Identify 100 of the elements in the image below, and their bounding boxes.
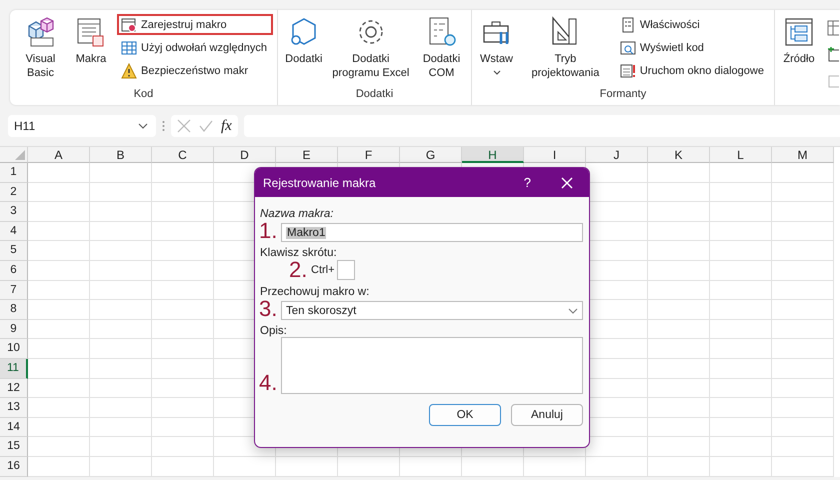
store-location-dropdown[interactable]: Ten skoroszyt: [281, 301, 583, 320]
grid-cell[interactable]: [152, 163, 214, 183]
grid-cell[interactable]: [28, 418, 90, 438]
column-header[interactable]: I: [524, 147, 586, 163]
grid-cell[interactable]: [152, 202, 214, 222]
grid-cell[interactable]: [90, 358, 152, 379]
select-all-corner[interactable]: [0, 147, 28, 163]
column-header[interactable]: D: [214, 147, 276, 163]
grid-cell[interactable]: [710, 358, 772, 379]
grid-cell[interactable]: [90, 202, 152, 222]
grid-cell[interactable]: [524, 456, 586, 476]
grid-cell[interactable]: [648, 456, 710, 476]
grid-cell[interactable]: [400, 456, 462, 476]
grid-cell[interactable]: [710, 320, 772, 340]
column-header[interactable]: H: [462, 147, 524, 163]
grid-cell[interactable]: [152, 437, 214, 457]
grid-cell[interactable]: [648, 260, 710, 281]
grid-cell[interactable]: [772, 300, 834, 320]
grid-cell[interactable]: [152, 182, 214, 202]
grid-cell[interactable]: [152, 456, 214, 476]
row-header[interactable]: 6: [0, 260, 28, 281]
grid-cell[interactable]: [28, 320, 90, 340]
grid-cell[interactable]: [338, 456, 400, 476]
grid-cell[interactable]: [648, 378, 710, 398]
ribbon-button[interactable]: Bezpieczeństwo makr: [117, 60, 273, 81]
grid-cell[interactable]: [772, 398, 834, 418]
ribbon-button[interactable]: Uruchom okno dialogowe: [616, 60, 770, 81]
grid-cell[interactable]: [462, 456, 524, 476]
column-header[interactable]: L: [710, 147, 772, 163]
grid-cell[interactable]: [710, 280, 772, 300]
grid-cell[interactable]: [90, 398, 152, 418]
grid-cell[interactable]: [710, 182, 772, 202]
ribbon-button[interactable]: Źródło: [779, 14, 819, 105]
ribbon-button[interactable]: Użyj odwołań względnych: [117, 37, 273, 58]
grid-cell[interactable]: [772, 339, 834, 359]
grid-cell[interactable]: [152, 320, 214, 340]
grid-cell[interactable]: [586, 456, 648, 476]
grid-cell[interactable]: [90, 339, 152, 359]
row-header[interactable]: 10: [0, 339, 28, 359]
grid-cell[interactable]: [648, 437, 710, 457]
grid-cell[interactable]: [28, 378, 90, 398]
grid-cell[interactable]: [28, 202, 90, 222]
grid-cell[interactable]: [28, 456, 90, 476]
column-header[interactable]: C: [152, 147, 214, 163]
grid-cell[interactable]: [710, 202, 772, 222]
grid-cell[interactable]: [648, 280, 710, 300]
ribbon-button[interactable]: Wstaw: [476, 14, 517, 88]
grid-cell[interactable]: [28, 260, 90, 281]
grid-cell[interactable]: [772, 202, 834, 222]
description-field[interactable]: [281, 337, 583, 394]
grid-cell[interactable]: [772, 418, 834, 438]
ribbon-button[interactable]: Dodatki programu Excel: [328, 14, 414, 88]
column-header[interactable]: J: [586, 147, 648, 163]
grid-cell[interactable]: [152, 378, 214, 398]
grid-cell[interactable]: [90, 241, 152, 261]
column-header[interactable]: F: [338, 147, 400, 163]
grid-cell[interactable]: [90, 163, 152, 183]
grid-cell[interactable]: [648, 398, 710, 418]
grid-cell[interactable]: [90, 456, 152, 476]
grid-cell[interactable]: [90, 260, 152, 281]
row-header[interactable]: 5: [0, 241, 28, 261]
row-header[interactable]: 2: [0, 182, 28, 202]
ribbon-button[interactable]: Dodatki COM: [416, 14, 467, 88]
ribbon-button[interactable]: Dodatki: [282, 14, 326, 88]
dialog-button[interactable]: Anuluj: [511, 404, 583, 426]
grid-cell[interactable]: [90, 378, 152, 398]
grid-cell[interactable]: [772, 378, 834, 398]
grid-cell[interactable]: [710, 418, 772, 438]
grid-cell[interactable]: [28, 300, 90, 320]
ribbon-button[interactable]: Zarejestruj makro: [117, 14, 273, 35]
row-header[interactable]: 15: [0, 437, 28, 457]
row-header[interactable]: 1: [0, 163, 28, 183]
grid-cell[interactable]: [152, 358, 214, 379]
grid-cell[interactable]: [710, 260, 772, 281]
grid-cell[interactable]: [648, 358, 710, 379]
grid-cell[interactable]: [710, 456, 772, 476]
grid-cell[interactable]: [152, 300, 214, 320]
grid-cell[interactable]: [710, 437, 772, 457]
grid-cell[interactable]: [710, 222, 772, 242]
grid-cell[interactable]: [90, 320, 152, 340]
grid-cell[interactable]: [28, 241, 90, 261]
grid-cell[interactable]: [772, 182, 834, 202]
grid-cell[interactable]: [28, 398, 90, 418]
grid-cell[interactable]: [90, 222, 152, 242]
grid-cell[interactable]: [648, 163, 710, 183]
grid-cell[interactable]: [710, 163, 772, 183]
grid-cell[interactable]: [648, 202, 710, 222]
grid-cell[interactable]: [90, 280, 152, 300]
grid-cell[interactable]: [772, 241, 834, 261]
help-button[interactable]: ?: [524, 175, 531, 190]
grid-cell[interactable]: [90, 437, 152, 457]
row-header[interactable]: 14: [0, 418, 28, 438]
ribbon-button[interactable]: Właściwości: [616, 14, 770, 35]
grid-cell[interactable]: [152, 339, 214, 359]
grid-cell[interactable]: [772, 358, 834, 379]
checkmark-icon[interactable]: [199, 120, 213, 132]
ribbon-button[interactable]: Wyświetl kod: [616, 37, 770, 58]
grid-cell[interactable]: [152, 222, 214, 242]
grid-cell[interactable]: [772, 280, 834, 300]
row-header[interactable]: 9: [0, 320, 28, 340]
